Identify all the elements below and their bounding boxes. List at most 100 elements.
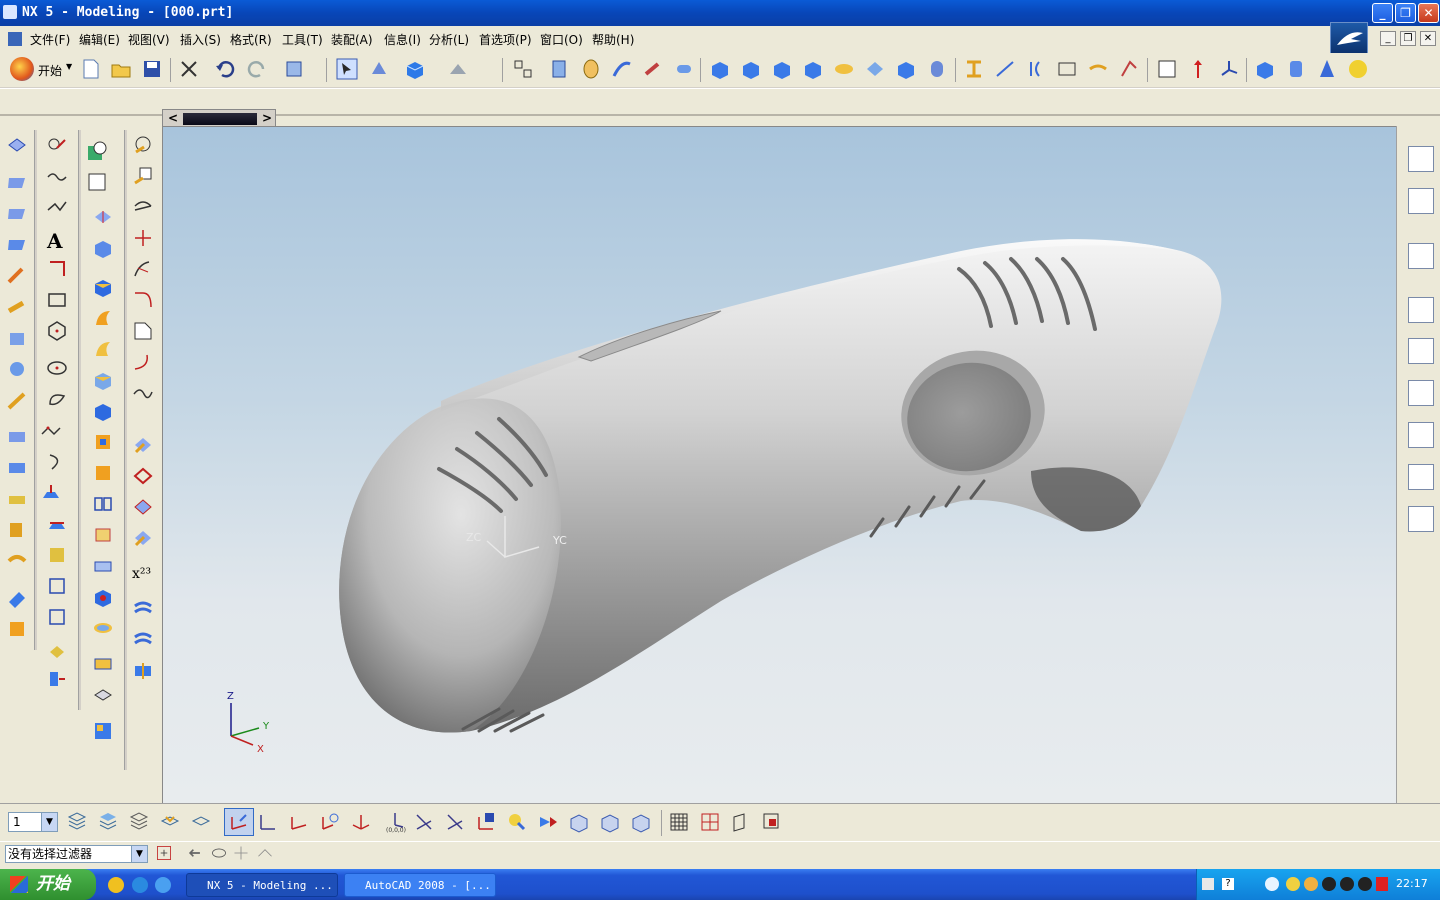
offset-face-icon[interactable] xyxy=(92,431,114,453)
block-feature-icon[interactable] xyxy=(92,206,114,228)
work-layer-select[interactable]: 1 ▼ xyxy=(8,812,58,832)
scroll-left-button[interactable]: < xyxy=(165,111,181,127)
start-dropdown-icon[interactable]: ▼ xyxy=(66,62,72,71)
wcs-set-origin-icon[interactable]: (0,0,0) xyxy=(384,811,406,833)
work-plane-icon[interactable] xyxy=(730,811,752,833)
selection-filter-select[interactable]: 没有选择过滤器 ▼ xyxy=(5,845,148,863)
quick-pick-icon[interactable] xyxy=(210,844,228,862)
trim-body-icon[interactable] xyxy=(1025,58,1047,80)
help-icon[interactable]: ? xyxy=(1222,878,1234,890)
document-icon[interactable] xyxy=(8,32,22,46)
fillet-curve-icon[interactable] xyxy=(132,196,154,218)
pattern-icon[interactable] xyxy=(1087,58,1109,80)
wcs-display-icon[interactable] xyxy=(506,811,528,833)
keyboard-icon[interactable] xyxy=(1202,878,1214,890)
menu-format[interactable]: 格式(R) xyxy=(230,31,272,48)
assembly-navigator-icon[interactable] xyxy=(1408,146,1434,172)
system-scenes-icon[interactable] xyxy=(1408,506,1434,532)
section-curve-icon[interactable] xyxy=(46,544,68,566)
menu-tools[interactable]: 工具(T) xyxy=(282,31,323,48)
point-icon[interactable] xyxy=(46,134,68,156)
redo-icon[interactable] xyxy=(246,58,268,80)
line-icon[interactable] xyxy=(46,258,68,280)
split-body-icon[interactable] xyxy=(1056,58,1078,80)
tray-app-icon[interactable] xyxy=(1304,877,1318,891)
menu-edit[interactable]: 编辑(E) xyxy=(79,31,120,48)
scale-body-icon[interactable] xyxy=(92,462,114,484)
general-conic-icon[interactable] xyxy=(46,388,68,410)
extension-icon[interactable] xyxy=(6,457,28,479)
layer-settings-icon[interactable] xyxy=(66,810,88,832)
sketch-plane-icon[interactable] xyxy=(86,171,108,193)
new-file-icon[interactable] xyxy=(80,58,102,80)
through-curve-mesh-icon[interactable] xyxy=(6,234,28,256)
extrude-icon[interactable] xyxy=(548,58,570,80)
global-shaping-icon[interactable] xyxy=(6,550,28,572)
offset-surface-icon[interactable] xyxy=(6,488,28,510)
wcs-origin-icon[interactable] xyxy=(257,811,279,833)
edge-symmetry-icon[interactable] xyxy=(132,660,154,682)
promote-body-icon[interactable] xyxy=(92,720,114,742)
rotate-view-icon[interactable] xyxy=(568,811,590,833)
visualization-icon[interactable] xyxy=(1408,380,1434,406)
taskbar-item-nx[interactable]: NX 5 - Modeling ... xyxy=(186,873,338,897)
sew-icon[interactable] xyxy=(6,588,28,610)
graphics-window[interactable]: ZC YC Z Y X xyxy=(162,126,1397,804)
cylinder-feature-icon[interactable] xyxy=(673,58,695,80)
block-icon[interactable] xyxy=(1254,58,1276,80)
quicklaunch-ie-icon[interactable] xyxy=(132,877,148,893)
simplify-icon[interactable] xyxy=(92,524,114,546)
mirror-body-icon[interactable] xyxy=(92,684,114,706)
pad-icon[interactable] xyxy=(802,58,824,80)
layer-category-icon[interactable] xyxy=(128,810,150,832)
swept-surface-icon[interactable] xyxy=(6,266,28,288)
change-degree-icon[interactable] xyxy=(132,527,154,549)
groove-icon[interactable] xyxy=(864,58,886,80)
shaded-view-icon[interactable] xyxy=(404,58,426,80)
tray-app-icon[interactable] xyxy=(1286,877,1300,891)
divide-curve-icon[interactable] xyxy=(132,258,154,280)
wcs-rotate-icon[interactable] xyxy=(288,811,310,833)
project-curve-icon[interactable] xyxy=(40,482,62,504)
menu-file[interactable]: 文件(F) xyxy=(30,31,70,48)
offset-curve-icon[interactable] xyxy=(40,420,62,442)
cut-icon[interactable] xyxy=(178,58,200,80)
qq-icon[interactable] xyxy=(1358,877,1372,891)
chevron-down-icon[interactable]: ▼ xyxy=(131,846,147,862)
edit-curve-icon[interactable] xyxy=(132,289,154,311)
polygon-icon[interactable] xyxy=(46,320,68,342)
grid-icon[interactable] xyxy=(668,811,690,833)
antivirus-icon[interactable] xyxy=(1376,877,1388,891)
menu-window[interactable]: 窗口(O) xyxy=(540,31,583,48)
open-folder-icon[interactable] xyxy=(110,58,132,80)
select-all-icon[interactable] xyxy=(155,844,173,862)
ellipse-icon[interactable] xyxy=(46,357,68,379)
doc-restore-button[interactable]: ❐ xyxy=(1400,31,1416,46)
mirror-icon[interactable] xyxy=(1118,58,1140,80)
menu-assemblies[interactable]: 装配(A) xyxy=(331,31,373,48)
layer-icon[interactable] xyxy=(512,58,534,80)
display-settings-icon[interactable] xyxy=(761,811,783,833)
datum-csys-icon[interactable] xyxy=(1218,58,1240,80)
edge-blend-icon[interactable] xyxy=(895,58,917,80)
datum-axis-icon[interactable] xyxy=(1187,58,1209,80)
cylinder-icon[interactable] xyxy=(1285,58,1307,80)
curve-rule-icon[interactable] xyxy=(256,844,274,862)
transition-icon[interactable] xyxy=(6,390,28,412)
tube-icon[interactable] xyxy=(642,58,664,80)
qq-icon[interactable] xyxy=(1322,877,1336,891)
wcs-orient-icon[interactable] xyxy=(319,811,341,833)
patch-icon[interactable] xyxy=(6,618,28,640)
tray-expand-icon[interactable] xyxy=(1265,877,1279,891)
bridge-surface-icon[interactable] xyxy=(6,426,28,448)
section-surface-icon[interactable] xyxy=(6,297,28,319)
menu-help[interactable]: 帮助(H) xyxy=(592,31,634,48)
wrap-icon[interactable] xyxy=(46,640,68,662)
match-edge-icon[interactable] xyxy=(132,629,154,651)
taskbar-item-autocad[interactable]: AutoCAD 2008 - [... xyxy=(344,873,496,897)
minimize-button[interactable]: _ xyxy=(1372,3,1393,23)
menu-preferences[interactable]: 首选项(P) xyxy=(479,31,532,48)
instance-feature-icon[interactable] xyxy=(92,653,114,675)
history-icon[interactable] xyxy=(1408,297,1434,323)
face-blend-icon[interactable] xyxy=(92,617,114,639)
